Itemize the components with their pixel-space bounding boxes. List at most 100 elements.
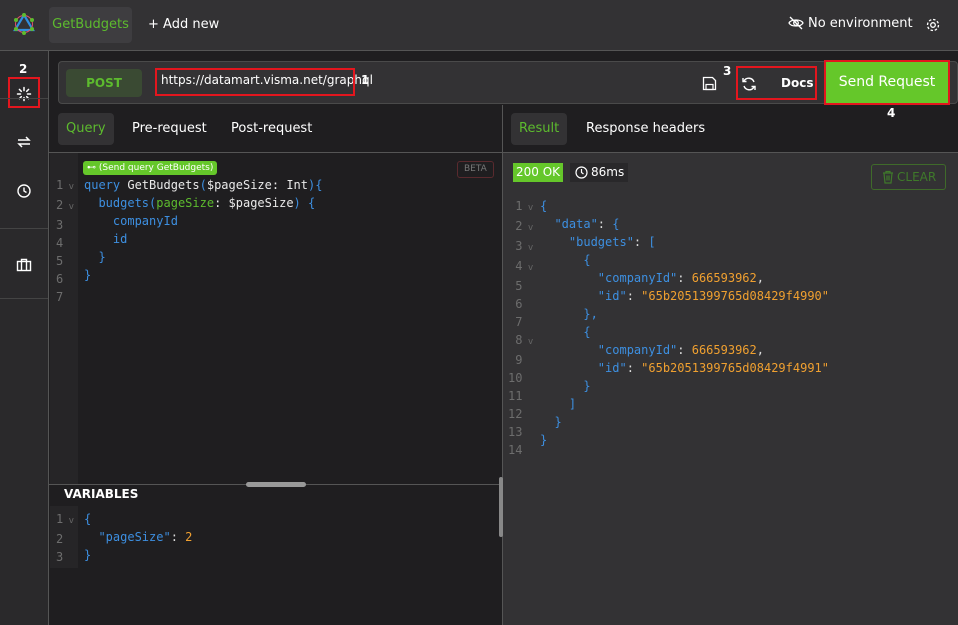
environment-label: No environment	[808, 15, 913, 31]
code-line: budgets(pageSize: $pageSize) {	[84, 194, 322, 212]
annotation-box-2	[8, 77, 40, 108]
annotation-box-1	[155, 68, 355, 96]
tab-result[interactable]: Result	[511, 113, 568, 145]
code-line: "data": {	[540, 215, 829, 233]
code-token: budgets	[84, 196, 150, 210]
code-token: :	[597, 217, 613, 231]
variables-title: VARIABLES	[64, 487, 139, 501]
code-line: }	[84, 546, 192, 564]
code-token: {	[612, 217, 620, 231]
save-icon[interactable]	[702, 76, 717, 91]
line-number: 7	[508, 315, 523, 329]
annotation-box-3	[736, 66, 817, 100]
line-number: 1 v	[56, 178, 75, 192]
code-token: }	[84, 250, 106, 264]
code-line: }	[540, 431, 829, 449]
code-token: 2	[185, 530, 193, 544]
resize-handle[interactable]	[246, 482, 306, 487]
sidebar-item-plugins[interactable]	[0, 250, 48, 280]
fold-chevron-icon[interactable]: v	[522, 203, 533, 213]
fold-chevron-icon[interactable]: v	[522, 223, 533, 233]
line-number: 6	[508, 297, 523, 311]
code-line: ]	[540, 395, 829, 413]
code-token: "budgets"	[540, 235, 634, 249]
line-number: 9	[508, 353, 523, 367]
clear-button[interactable]: CLEAR	[871, 164, 946, 190]
gear-icon[interactable]	[925, 17, 941, 33]
tab-response-headers[interactable]: Response headers	[578, 113, 713, 145]
code-token: ){	[308, 178, 323, 192]
trash-icon	[883, 170, 893, 184]
line-number: 14	[508, 443, 523, 457]
fold-chevron-icon[interactable]: v	[63, 182, 74, 192]
code-token: $pageSize	[228, 196, 294, 210]
code-token: {	[540, 199, 548, 213]
code-token: :	[633, 235, 649, 249]
tab-query[interactable]: Query	[58, 113, 114, 145]
environment-selector[interactable]: No environment	[788, 15, 913, 31]
code-token: :	[170, 530, 186, 544]
fold-chevron-icon[interactable]: v	[63, 516, 74, 526]
code-token: query	[84, 178, 128, 192]
fold-chevron-icon[interactable]: v	[522, 263, 533, 273]
variables-line-numbers: 1 v 2 3	[56, 510, 74, 566]
annotation-1: 1	[361, 73, 370, 87]
method-select[interactable]: POST	[66, 69, 142, 97]
code-token: ]	[540, 397, 577, 411]
send-request-button[interactable]: Send Request	[824, 60, 950, 105]
fold-chevron-icon[interactable]: v	[522, 243, 533, 253]
code-token: (	[199, 178, 207, 192]
line-number: 8 v	[508, 333, 534, 347]
variables-editor[interactable]: { "pageSize": 2}	[84, 510, 192, 564]
code-token: {	[540, 325, 591, 339]
code-line: "id": "65b2051399765d08429f4991"	[540, 359, 829, 377]
tab-getbudgets[interactable]: GetBudgets	[49, 7, 132, 43]
line-number: 2	[56, 532, 64, 546]
code-token: companyId	[84, 214, 178, 228]
line-number: 10	[508, 371, 523, 385]
graphql-logo-icon	[13, 12, 35, 35]
line-number: 1 v	[508, 199, 534, 213]
code-token: pageSize	[156, 196, 215, 210]
fold-chevron-icon[interactable]: v	[522, 337, 533, 347]
add-new-tab-button[interactable]: + Add new	[148, 7, 219, 43]
code-line: {	[540, 323, 829, 341]
line-number: 4 v	[508, 259, 534, 273]
swap-icon	[17, 136, 31, 148]
code-line: "companyId": 666593962,	[540, 341, 829, 359]
code-token: }	[84, 548, 92, 562]
query-editor[interactable]: query GetBudgets($pageSize: Int){ budget…	[84, 176, 322, 302]
tab-pre-request[interactable]: Pre-request	[124, 113, 215, 145]
annotation-3: 3	[723, 64, 732, 78]
code-token: "companyId"	[540, 271, 678, 285]
eye-off-icon	[788, 16, 804, 30]
code-line: id	[84, 230, 322, 248]
code-token: {	[84, 512, 92, 526]
code-token: "65b2051399765d08429f4990"	[641, 289, 829, 303]
response-time-value: 86ms	[591, 165, 625, 179]
code-token: :	[677, 271, 692, 285]
code-token: "id"	[540, 361, 627, 375]
line-number: 5	[508, 279, 523, 293]
code-token: ,	[756, 343, 764, 357]
send-query-hint[interactable]: ⊷ (Send query GetBudgets)	[83, 161, 218, 175]
sidebar-item-history[interactable]	[0, 176, 48, 206]
tab-post-request[interactable]: Post-request	[223, 113, 320, 145]
line-number: 12	[508, 407, 523, 421]
code-token: {	[540, 253, 591, 267]
sidebar: 2	[0, 51, 49, 625]
clear-label: CLEAR	[897, 170, 937, 184]
code-token: "companyId"	[540, 343, 678, 357]
code-token: "pageSize"	[84, 530, 171, 544]
code-token: 666593962	[691, 271, 757, 285]
code-token: "id"	[540, 289, 627, 303]
annotation-2: 2	[19, 62, 28, 76]
code-token: ,	[756, 271, 764, 285]
code-line: }	[540, 377, 829, 395]
code-line: }	[84, 266, 322, 284]
code-token: 666593962	[691, 343, 757, 357]
code-token: :	[214, 196, 229, 210]
sidebar-item-collections[interactable]	[0, 127, 48, 157]
line-number: 5	[56, 254, 64, 268]
fold-chevron-icon[interactable]: v	[63, 202, 74, 212]
